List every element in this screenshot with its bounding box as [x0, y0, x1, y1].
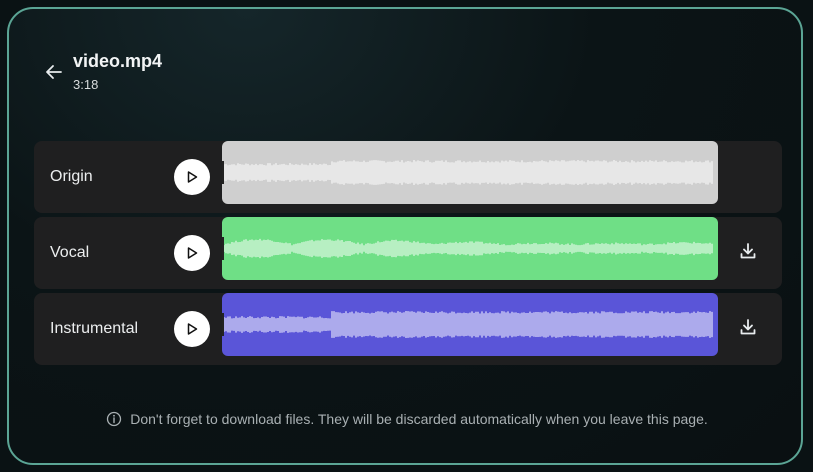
play-icon: [187, 171, 198, 183]
track-vocal: Vocal: [34, 217, 782, 289]
separation-result-panel: video.mp4 3:18 Origin Vocal Instrumental…: [7, 7, 803, 465]
play-icon: [187, 323, 198, 335]
back-button[interactable]: [42, 60, 66, 84]
track-origin: Origin: [34, 141, 782, 213]
waveform-instrumental[interactable]: [222, 293, 718, 356]
play-button-vocal[interactable]: [174, 235, 210, 271]
track-instrumental: Instrumental: [34, 293, 782, 365]
download-button-vocal[interactable]: [734, 237, 762, 265]
download-button-instrumental[interactable]: [734, 313, 762, 341]
play-button-instrumental[interactable]: [174, 311, 210, 347]
waveform-origin[interactable]: [222, 141, 718, 204]
track-label: Instrumental: [50, 320, 139, 337]
discard-notice: Don't forget to download files. They wil…: [9, 411, 801, 427]
play-icon: [187, 247, 198, 259]
file-duration: 3:18: [73, 77, 99, 92]
track-label: Vocal: [50, 244, 90, 261]
info-icon: [107, 411, 122, 427]
play-button-origin[interactable]: [174, 159, 210, 195]
download-icon: [740, 243, 756, 259]
notice-text: Don't forget to download files. They wil…: [130, 411, 708, 427]
file-name: video.mp4: [73, 51, 163, 71]
arrow-left-icon: [46, 65, 62, 79]
track-label: Origin: [50, 168, 93, 185]
download-icon: [740, 319, 756, 335]
waveform-vocal[interactable]: [222, 217, 718, 280]
